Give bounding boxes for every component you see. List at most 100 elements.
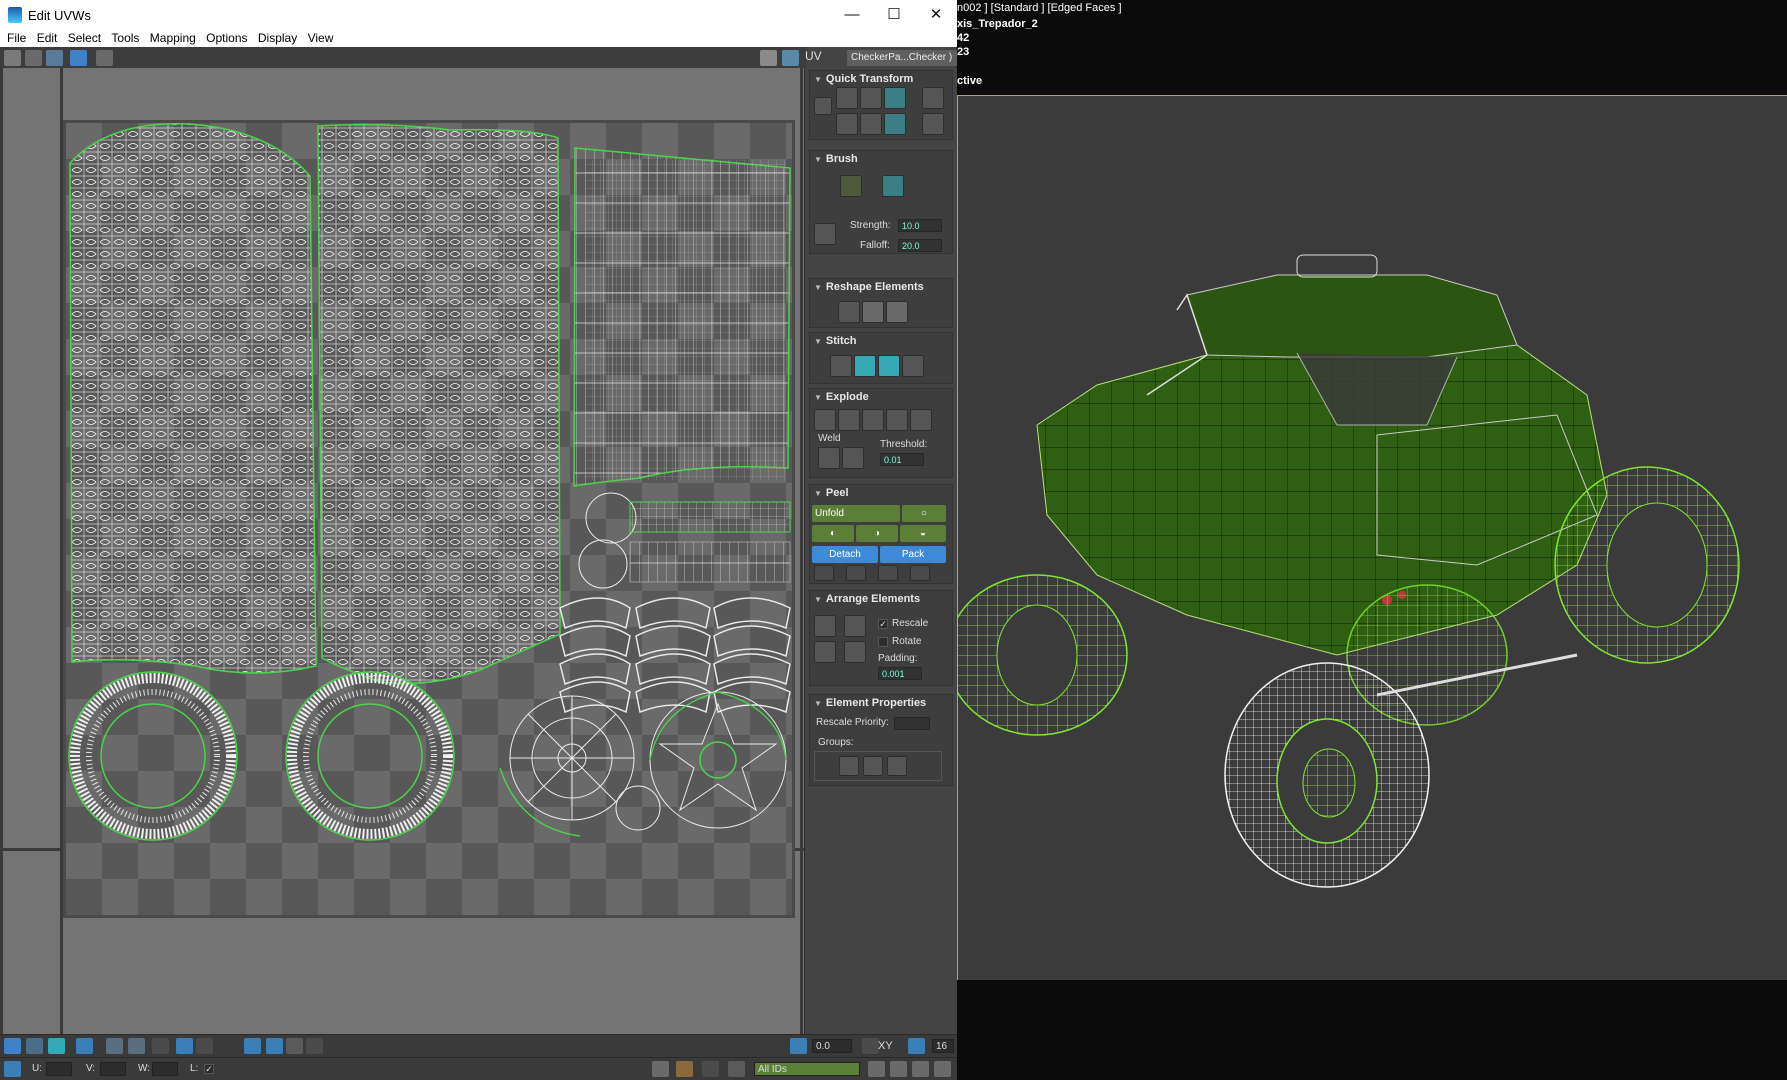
paint-select-icon[interactable] <box>286 1038 303 1054</box>
l-checkbox[interactable]: ✓ <box>204 1064 214 1074</box>
pivot-selection-icon[interactable] <box>244 1038 261 1054</box>
edge-loop-icon[interactable] <box>152 1038 169 1054</box>
line-icon[interactable] <box>862 1038 879 1054</box>
rollout-header[interactable]: ▼ Explode <box>810 389 952 406</box>
explode-to-smoothing-icon[interactable] <box>910 409 932 431</box>
rollout-header[interactable]: ▼ Brush <box>810 151 952 168</box>
edge-mode-icon[interactable] <box>26 1038 43 1054</box>
angle-snap-icon[interactable] <box>790 1038 807 1054</box>
scale-icon[interactable] <box>46 50 63 66</box>
vertex-mode-icon[interactable] <box>4 1038 21 1054</box>
peel-mode-dropdown[interactable]: Unfold <box>812 505 900 522</box>
relax-brush-icon[interactable] <box>882 175 904 197</box>
element-mode-icon[interactable] <box>76 1038 93 1054</box>
space-v-icon[interactable] <box>922 113 944 135</box>
u-field[interactable] <box>46 1062 72 1076</box>
texture-dropdown[interactable]: CheckerPa...Checker ) <box>847 50 957 66</box>
xy-label[interactable]: XY <box>878 1040 893 1052</box>
expand-icon[interactable] <box>176 1038 193 1054</box>
menu-mapping[interactable]: Mapping <box>150 31 196 45</box>
menu-select[interactable]: Select <box>68 31 101 45</box>
freeze-icon[interactable] <box>702 1061 719 1077</box>
rollout-header[interactable]: ▼ Element Properties <box>810 695 952 712</box>
rollout-header[interactable]: ▼ Reshape Elements <box>810 279 952 296</box>
break-icon[interactable] <box>814 409 836 431</box>
stitch-source-icon[interactable] <box>854 355 876 377</box>
pack-normalize-icon[interactable] <box>814 615 836 637</box>
lock-icon[interactable] <box>652 1061 669 1077</box>
checker-explode-icon[interactable] <box>886 409 908 431</box>
rollout-header[interactable]: ▼ Quick Transform <box>810 71 952 88</box>
move-icon[interactable] <box>4 50 21 66</box>
viewport-label[interactable]: n002 ] [Standard ] [Edged Faces ] <box>957 2 1122 14</box>
paint-select-alt-icon[interactable] <box>306 1038 323 1054</box>
strength-spinner[interactable]: 10.0 <box>898 219 942 232</box>
pivot-icon[interactable] <box>814 97 832 115</box>
freeform-icon[interactable] <box>70 50 87 66</box>
pack-together-icon[interactable] <box>814 641 836 663</box>
detach-edge-icon[interactable] <box>838 409 860 431</box>
mirror-icon[interactable] <box>96 50 113 66</box>
align-v-icon[interactable] <box>860 87 882 109</box>
space-h-icon[interactable] <box>922 87 944 109</box>
rollout-header[interactable]: ▼ Stitch <box>810 333 952 350</box>
rotate-checkbox[interactable] <box>878 637 888 647</box>
rescale-priority-spinner[interactable] <box>894 717 930 730</box>
group-add-icon[interactable] <box>863 756 883 776</box>
group-remove-icon[interactable] <box>887 756 907 776</box>
weld-selected-icon[interactable] <box>842 447 864 469</box>
peel-mode-1-icon[interactable]: ◐ <box>812 525 854 542</box>
hide-icon[interactable] <box>676 1061 693 1077</box>
texture-display-icon[interactable] <box>782 50 799 66</box>
peel-option-icon[interactable]: ○ <box>902 505 946 522</box>
shrink-icon[interactable] <box>196 1038 213 1054</box>
detach-button[interactable]: Detach <box>812 546 878 563</box>
align-left-icon[interactable] <box>836 113 858 135</box>
peel-mode-3-icon[interactable]: ◒ <box>900 525 946 542</box>
minimize-button[interactable]: — <box>840 4 864 26</box>
rollout-header[interactable]: ▼ Arrange Elements <box>810 591 952 608</box>
pack-custom-icon[interactable] <box>844 615 866 637</box>
peel-mode-2-icon[interactable]: ◑ <box>856 525 898 542</box>
brush-line-icon[interactable] <box>814 223 836 245</box>
menu-view[interactable]: View <box>308 31 334 45</box>
face-mode-icon[interactable] <box>48 1038 65 1054</box>
padding-spinner[interactable]: 0.001 <box>878 667 922 680</box>
unpin-icon[interactable] <box>846 565 866 581</box>
absolute-mode-icon[interactable] <box>4 1061 21 1077</box>
uv-canvas[interactable] <box>0 68 804 1034</box>
material-ids-dropdown[interactable]: All IDs <box>754 1062 860 1076</box>
rescale-checkbox[interactable]: ✓ <box>878 619 888 629</box>
falloff-spinner[interactable]: 20.0 <box>898 239 942 252</box>
menu-file[interactable]: File <box>7 31 26 45</box>
snowflake-icon[interactable] <box>728 1061 745 1077</box>
zoom-icon[interactable] <box>890 1061 907 1077</box>
pack-button[interactable]: Pack <box>880 546 946 563</box>
v-field[interactable] <box>100 1062 126 1076</box>
menu-tools[interactable]: Tools <box>111 31 139 45</box>
align-h-icon[interactable] <box>836 87 858 109</box>
relax-cube-icon[interactable] <box>862 301 884 323</box>
angle-field[interactable]: 0.0 <box>812 1039 852 1053</box>
flatten-icon[interactable] <box>862 409 884 431</box>
perspective-viewport[interactable] <box>957 95 1787 980</box>
grid-size-field[interactable]: 16 <box>932 1039 954 1053</box>
maximize-button[interactable]: ☐ <box>882 4 906 26</box>
grid-snap-icon[interactable] <box>908 1038 925 1054</box>
stitch-average-icon[interactable] <box>902 355 924 377</box>
align-grid-icon[interactable] <box>860 113 882 135</box>
paint-brush-icon[interactable] <box>840 175 862 197</box>
pivot-align-icon[interactable] <box>266 1038 283 1054</box>
pack-selection-icon[interactable] <box>844 641 866 663</box>
w-field[interactable] <box>152 1062 178 1076</box>
menu-display[interactable]: Display <box>258 31 297 45</box>
pin-edges-icon[interactable] <box>878 565 898 581</box>
menu-edit[interactable]: Edit <box>37 31 58 45</box>
weld-target-icon[interactable] <box>818 447 840 469</box>
checker-toggle-icon[interactable] <box>760 50 777 66</box>
straighten-icon[interactable] <box>838 301 860 323</box>
relax-cube-2-icon[interactable] <box>886 301 908 323</box>
pin-icon[interactable] <box>814 565 834 581</box>
stitch-target-icon[interactable] <box>878 355 900 377</box>
rotate-icon[interactable] <box>25 50 42 66</box>
